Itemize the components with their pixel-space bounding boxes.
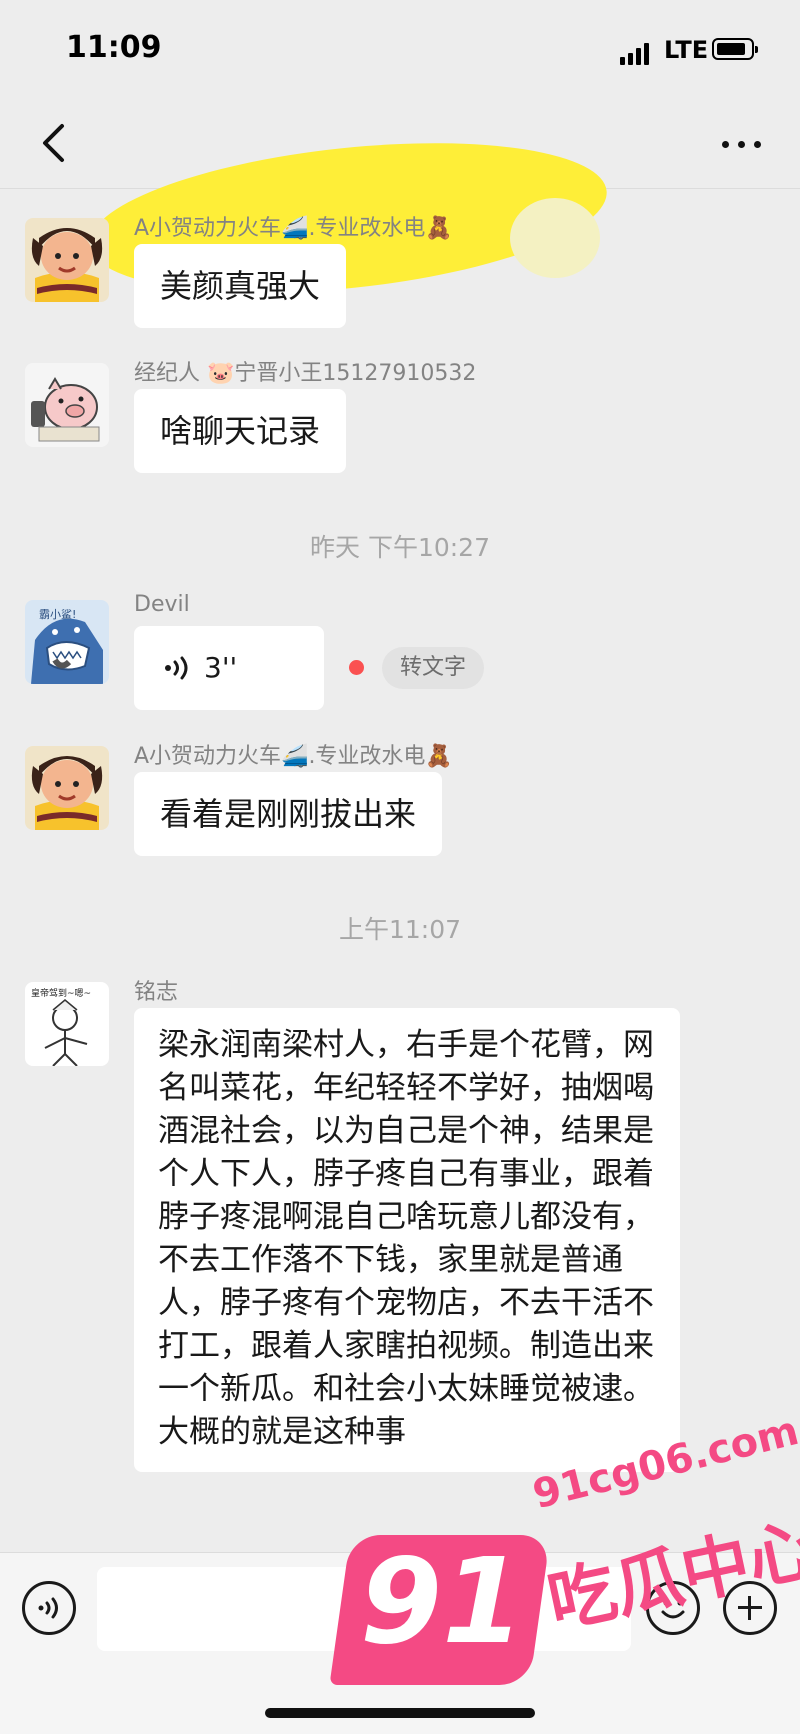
network-label: LTE [664, 36, 709, 64]
avatar[interactable]: 霸小鲨! [25, 600, 109, 684]
avatar[interactable] [25, 218, 109, 302]
message-bubble[interactable]: 看着是刚刚拔出来 [134, 772, 443, 856]
avatar-caption: 霸小鲨! [39, 608, 76, 621]
sender-name: 经纪人 🐷宁晋小王15127910532 [134, 361, 477, 386]
sender-name: Devil [134, 592, 190, 617]
transcribe-button[interactable]: 转文字 [382, 647, 485, 689]
watermark-name: 吃瓜中心 [541, 1509, 800, 1644]
voice-wave-icon [165, 656, 188, 680]
voice-duration: 3'' [204, 651, 238, 684]
sender-name: A小贺动力火车🚄.专业改水电🧸 [134, 216, 453, 241]
timestamp: 上午11:07 [338, 915, 462, 944]
message-bubble[interactable]: 梁永润南梁村人，右手是个花臂，网名叫菜花，年纪轻轻不学好，抽烟喝酒混社会，以为自… [134, 1008, 680, 1472]
avatar-caption: 皇帝驾到~嗯~ [31, 987, 91, 999]
voice-wave-icon [38, 1597, 58, 1619]
more-options-icon[interactable] [720, 130, 764, 160]
timestamp: 昨天 下午10:27 [310, 533, 490, 562]
message-bubble[interactable]: 啥聊天记录 [134, 389, 347, 473]
status-time: 11:09 [66, 30, 162, 65]
signal-icon [620, 41, 654, 65]
avatar[interactable] [25, 363, 109, 447]
message-bubble[interactable]: 美颜真强大 [134, 244, 347, 328]
watermark: 91cg06.com 91 吃瓜中心 [329, 1408, 800, 1733]
unread-dot [349, 660, 364, 675]
voice-message-bubble[interactable]: 3'' [134, 626, 324, 710]
battery-icon [712, 38, 758, 60]
status-bar: 11:09 LTE [0, 0, 800, 100]
voice-input-button[interactable] [22, 1581, 76, 1635]
redacted-title-edge [510, 198, 600, 278]
avatar[interactable] [25, 746, 109, 830]
avatar[interactable]: 皇帝驾到~嗯~ [25, 982, 109, 1066]
watermark-number: 91 [360, 1532, 525, 1670]
back-arrow-icon[interactable] [34, 118, 74, 168]
sender-name: A小贺动力火车🚄.专业改水电🧸 [134, 744, 453, 769]
sender-name: 铭志 [134, 980, 179, 1005]
chat-header [0, 100, 800, 315]
